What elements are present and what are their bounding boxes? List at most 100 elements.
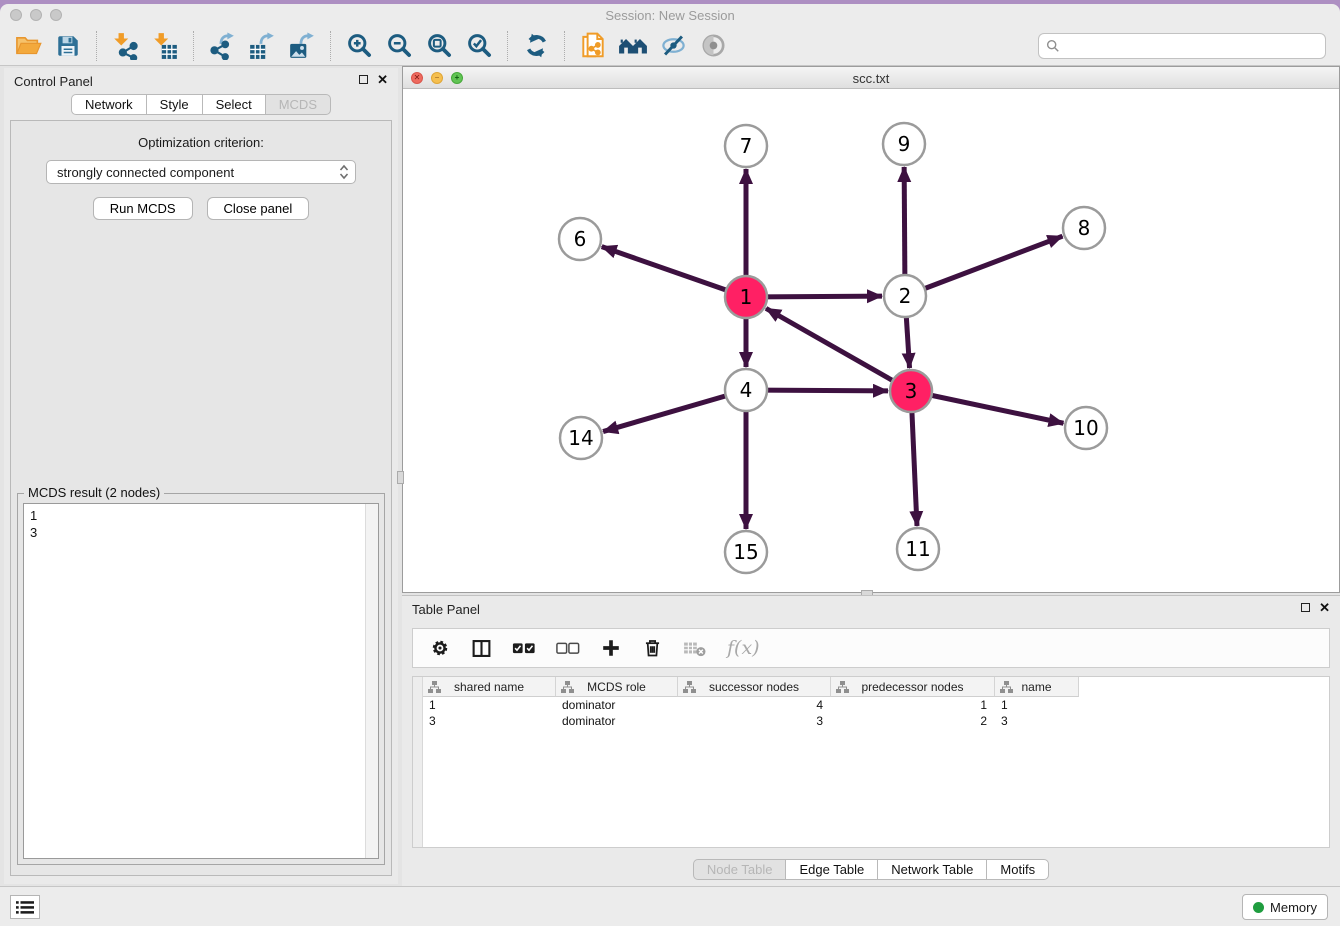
window-title: Session: New Session [0, 8, 1340, 23]
graph-node-6[interactable]: 6 [559, 218, 601, 260]
task-history-button[interactable] [10, 895, 40, 919]
graph-edge-2-8[interactable] [905, 236, 1062, 296]
mcds-result-group: MCDS result (2 nodes) 1 3 [17, 493, 385, 865]
show-all-button[interactable] [693, 29, 733, 63]
graph-node-10[interactable]: 10 [1065, 407, 1107, 449]
zoom-in-button[interactable] [339, 29, 379, 63]
import-table-button[interactable] [145, 29, 185, 63]
toolbar-separator [507, 31, 508, 61]
graph-node-8[interactable]: 8 [1063, 207, 1105, 249]
column-header-name[interactable]: name [995, 677, 1079, 697]
close-panel-button[interactable]: Close panel [207, 197, 310, 220]
network-graph: 7 9 6 8 1 2 4 3 14 10 15 11 [403, 89, 1339, 592]
close-panel-icon[interactable]: ✕ [377, 74, 388, 85]
split-panel-button[interactable] [471, 638, 492, 659]
select-all-columns-button[interactable] [512, 641, 536, 655]
table-toolbar: f(x) [412, 628, 1330, 668]
save-icon [55, 33, 81, 59]
open-session-button[interactable] [8, 29, 48, 63]
graph-node-15[interactable]: 15 [725, 531, 767, 573]
delete-column-button[interactable] [642, 637, 663, 659]
table-cell[interactable]: dominator [556, 697, 678, 713]
column-header-successor-nodes[interactable]: successor nodes [678, 677, 831, 697]
network-canvas[interactable]: 7 9 6 8 1 2 4 3 14 10 15 11 [403, 89, 1339, 592]
tab-network[interactable]: Network [71, 94, 147, 115]
graph-node-4[interactable]: 4 [725, 369, 767, 411]
mcds-result-area[interactable]: 1 3 [23, 503, 379, 859]
column-header-predecessor-nodes[interactable]: predecessor nodes [831, 677, 995, 697]
graph-edge-3-10[interactable] [911, 391, 1063, 423]
export-image-button[interactable] [282, 29, 322, 63]
table-cell[interactable]: 1 [423, 697, 556, 713]
apply-layout-button[interactable] [516, 29, 556, 63]
export-network-button[interactable] [202, 29, 242, 63]
save-session-button[interactable] [48, 29, 88, 63]
graph-edge-4-14[interactable] [603, 390, 746, 432]
graph-node-label: 1 [740, 285, 753, 309]
graph-edge-3-1[interactable] [766, 308, 911, 391]
table-body: 1dominator4113dominator323 [423, 697, 1329, 729]
table-cell[interactable]: 3 [678, 713, 831, 729]
copy-network-button[interactable] [573, 29, 613, 63]
graph-node-11[interactable]: 11 [897, 528, 939, 570]
zoom-fit-button[interactable] [419, 29, 459, 63]
add-column-button[interactable] [600, 637, 622, 659]
export-table-button[interactable] [242, 29, 282, 63]
table-cell[interactable]: 3 [423, 713, 556, 729]
graph-node-7[interactable]: 7 [725, 125, 767, 167]
graph-node-1[interactable]: 1 [725, 276, 767, 318]
first-neighbors-button[interactable] [613, 29, 653, 63]
table-cell[interactable]: 4 [678, 697, 831, 713]
split-panel-icon [471, 638, 492, 659]
column-header-MCDS-role[interactable]: MCDS role [556, 677, 678, 697]
search-field[interactable] [1038, 33, 1326, 59]
column-type-icon [683, 681, 696, 693]
tab-edge-table[interactable]: Edge Table [785, 859, 878, 880]
graph-node-2[interactable]: 2 [884, 275, 926, 317]
criterion-select[interactable]: strongly connected component [46, 160, 356, 184]
import-network-button[interactable] [105, 29, 145, 63]
vertical-splitter-handle[interactable] [397, 471, 404, 484]
delete-table-button[interactable] [683, 638, 707, 658]
hide-selected-button[interactable] [653, 29, 693, 63]
tab-style[interactable]: Style [146, 94, 203, 115]
table-cell[interactable]: dominator [556, 713, 678, 729]
graph-edge-1-6[interactable] [602, 247, 746, 297]
graph-node-14[interactable]: 14 [560, 417, 602, 459]
result-scrollbar[interactable] [365, 504, 378, 858]
column-header-shared-name[interactable]: shared name [423, 677, 556, 697]
search-icon [1046, 39, 1060, 53]
float-panel-icon[interactable] [359, 75, 368, 84]
network-title: scc.txt [403, 71, 1339, 86]
tab-select[interactable]: Select [202, 94, 266, 115]
network-frame-titlebar[interactable]: ✕ − + scc.txt [403, 67, 1339, 89]
table-cell[interactable]: 2 [831, 713, 995, 729]
tab-node-table[interactable]: Node Table [693, 859, 787, 880]
table-cell[interactable]: 1 [995, 697, 1079, 713]
control-panel: Control Panel ✕ NetworkStyleSelectMCDS O… [4, 68, 398, 884]
tab-motifs[interactable]: Motifs [986, 859, 1049, 880]
table-cell[interactable]: 1 [831, 697, 995, 713]
graph-node-label: 7 [740, 134, 753, 158]
memory-button[interactable]: Memory [1242, 894, 1328, 920]
node-table[interactable]: shared nameMCDS rolesuccessor nodesprede… [412, 676, 1330, 848]
table-row[interactable]: 3dominator323 [423, 713, 1329, 729]
tab-mcds[interactable]: MCDS [265, 94, 331, 115]
zoom-selected-button[interactable] [459, 29, 499, 63]
tab-network-table[interactable]: Network Table [877, 859, 987, 880]
close-table-panel-icon[interactable]: ✕ [1319, 602, 1330, 613]
toolbar-separator [193, 31, 194, 61]
table-cell[interactable]: 3 [995, 713, 1079, 729]
table-row[interactable]: 1dominator411 [423, 697, 1329, 713]
function-builder-button[interactable]: f(x) [727, 637, 760, 659]
column-settings-button[interactable] [429, 637, 451, 659]
plus-icon [600, 637, 622, 659]
float-table-panel-icon[interactable] [1301, 603, 1310, 612]
zoom-out-button[interactable] [379, 29, 419, 63]
graph-node-label: 4 [740, 378, 753, 402]
graph-node-9[interactable]: 9 [883, 123, 925, 165]
search-input[interactable] [1065, 38, 1318, 53]
run-mcds-button[interactable]: Run MCDS [93, 197, 193, 220]
deselect-all-columns-button[interactable] [556, 641, 580, 655]
graph-node-3[interactable]: 3 [890, 370, 932, 412]
